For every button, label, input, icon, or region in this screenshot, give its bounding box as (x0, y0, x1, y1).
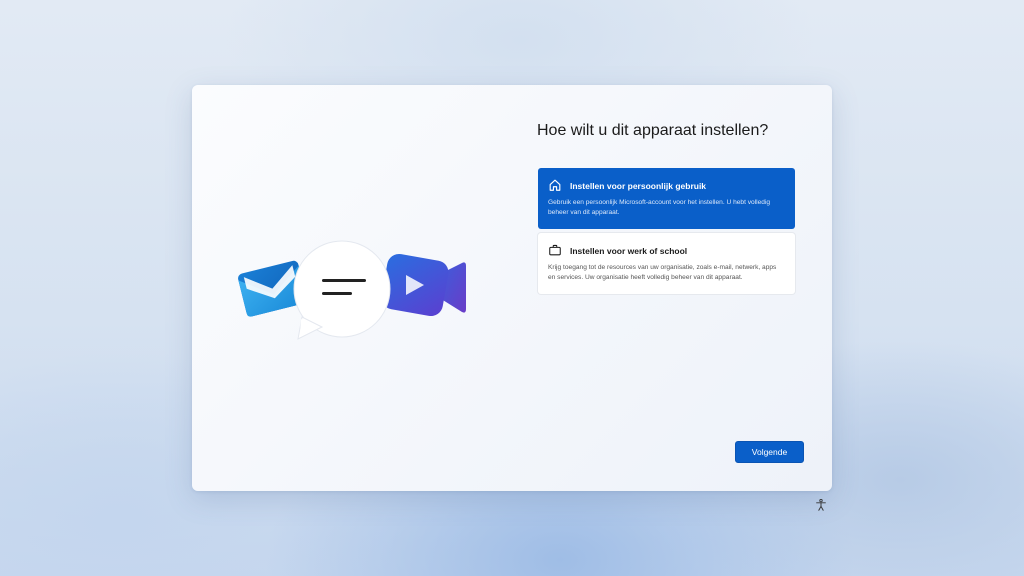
option-description: Gebruik een persoonlijk Microsoft-accoun… (548, 199, 771, 216)
home-icon (548, 178, 564, 194)
option-personal-use[interactable]: Instellen voor persoonlijk gebruik Gebru… (538, 168, 795, 229)
setup-illustration (238, 240, 466, 340)
next-button[interactable]: Volgende (735, 441, 804, 463)
briefcase-icon (548, 243, 564, 259)
option-description: Krijg toegang tot de resources van uw or… (548, 264, 777, 281)
setup-dialog: Hoe wilt u dit apparaat instellen? Inste… (192, 85, 832, 491)
video-camera-icon (381, 253, 466, 317)
accessibility-icon[interactable] (814, 498, 828, 512)
option-title: Instellen voor werk of school (570, 246, 688, 256)
chat-bubble-icon (293, 240, 391, 340)
option-title: Instellen voor persoonlijk gebruik (570, 181, 707, 191)
page-title: Hoe wilt u dit apparaat instellen? (537, 122, 769, 139)
option-work-school[interactable]: Instellen voor werk of school Krijg toeg… (538, 233, 795, 294)
